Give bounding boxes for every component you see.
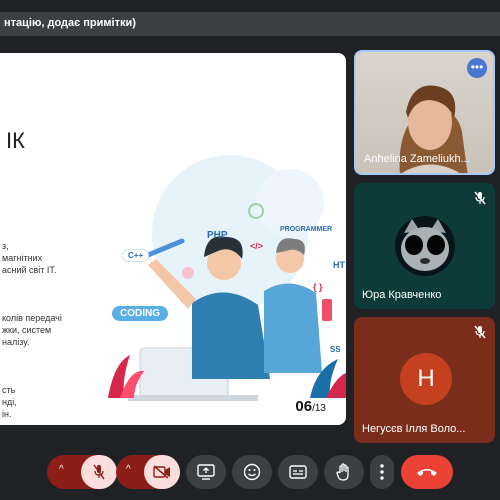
- page-total: /13: [312, 403, 326, 414]
- programmers-illustration: [108, 155, 346, 401]
- presentation-slide[interactable]: ІК з, магнітних асний світ IT. колів пер…: [0, 53, 346, 425]
- slide-heading: ІК: [6, 128, 25, 153]
- participant-tile[interactable]: H Негусєв Ілля Воло...: [354, 317, 495, 443]
- programmer-tag: PROGRAMMER: [280, 226, 333, 233]
- hang-up-icon: [417, 469, 437, 476]
- ss-tag: SS: [330, 345, 341, 354]
- coding-tag: CODING: [112, 306, 168, 321]
- participant-name: Anhelina Zameliukh...: [364, 153, 470, 165]
- mic-off-icon: [93, 464, 105, 480]
- html-code-tag: </>: [250, 241, 264, 251]
- slide-text-line: з,: [2, 241, 9, 251]
- slide-text-line: нді,: [2, 397, 17, 407]
- page-number: 06/13: [295, 398, 326, 415]
- mic-off-icon: [474, 325, 486, 339]
- present-screen-button[interactable]: [186, 455, 226, 489]
- slide-text-line: магнітних: [2, 253, 43, 263]
- page-current: 06: [295, 398, 313, 415]
- reactions-button[interactable]: [232, 455, 272, 489]
- camera-toggle-button[interactable]: [144, 455, 180, 489]
- camera-options-caret[interactable]: ^: [126, 464, 131, 475]
- meeting-title: нтацію, додає примітки): [4, 17, 136, 29]
- more-options-button[interactable]: •••: [467, 58, 487, 78]
- raise-hand-button[interactable]: [324, 455, 364, 489]
- braces-tag: { }: [313, 282, 323, 292]
- slide-text-line: жки, систем: [2, 325, 52, 335]
- present-screen-icon: [197, 464, 215, 480]
- captions-icon: [289, 465, 307, 479]
- participant-avatar: H: [400, 353, 452, 405]
- cat-avatar-icon: [395, 216, 455, 276]
- camera-off-icon: [153, 465, 170, 479]
- microphone-control: ^: [47, 455, 117, 489]
- slide-text-line: сть: [2, 385, 16, 395]
- slide-text-line: асний світ IT.: [2, 265, 57, 275]
- more-vert-icon: [380, 464, 384, 480]
- participant-tile[interactable]: ••• Anhelina Zameliukh...: [354, 50, 495, 175]
- slide-text-line: налізу.: [2, 337, 30, 347]
- mic-off-icon: [474, 191, 486, 205]
- slide-text-line: ін.: [2, 409, 12, 419]
- participant-name: Юра Кравченко: [362, 289, 442, 301]
- emoji-icon: [243, 463, 261, 481]
- meeting-controls: ^ ^: [0, 450, 500, 494]
- cpp-tag: C++: [122, 249, 150, 262]
- slide-text-line: колів передачі: [2, 313, 62, 323]
- ht-tag: HT: [333, 260, 345, 270]
- captions-button[interactable]: [278, 455, 318, 489]
- mic-toggle-button[interactable]: [81, 455, 117, 489]
- php-tag: PHP: [207, 230, 228, 241]
- participant-tile[interactable]: Юра Кравченко: [354, 183, 495, 309]
- camera-control: ^: [116, 455, 180, 489]
- hand-icon: [336, 463, 349, 481]
- more-options-button[interactable]: [370, 455, 394, 489]
- mic-options-caret[interactable]: ^: [59, 464, 64, 475]
- meeting-title-bar: нтацію, додає примітки): [0, 12, 500, 36]
- end-call-button[interactable]: [401, 455, 453, 489]
- participant-name: Негусєв Ілля Воло...: [362, 423, 466, 435]
